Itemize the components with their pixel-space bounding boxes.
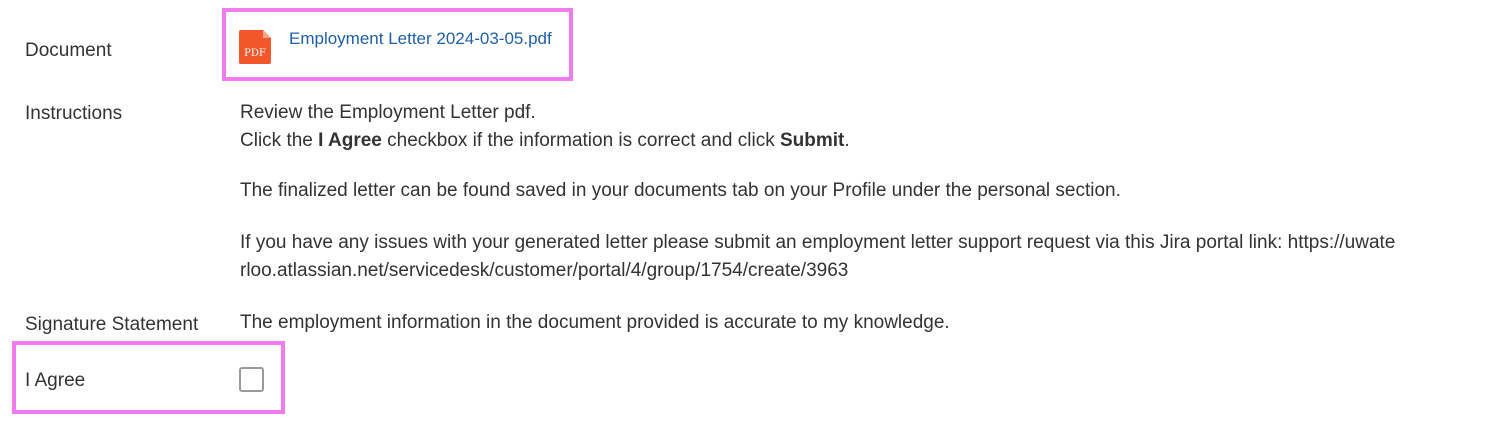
instructions-line-1: Review the Employment Letter pdf. — [240, 102, 536, 123]
i-agree-emphasis: I Agree — [318, 130, 382, 151]
instructions-line-2: Click the I Agree checkbox if the inform… — [240, 130, 850, 151]
i-agree-label: I Agree — [25, 370, 86, 391]
signature-statement-text: The employment information in the docume… — [240, 312, 950, 333]
document-file-link[interactable]: Employment Letter 2024-03-05.pdf — [289, 29, 552, 49]
instructions-label: Instructions — [25, 103, 123, 124]
signature-statement-label: Signature Statement — [25, 314, 199, 335]
pdf-icon-text: PDF — [244, 48, 266, 59]
instructions-paragraph-3: If you have any issues with your generat… — [240, 229, 1395, 285]
pdf-icon[interactable]: PDF — [239, 30, 271, 64]
instructions-paragraph-2: The finalized letter can be found saved … — [240, 180, 1121, 201]
support-link-line-1: If you have any issues with your generat… — [240, 232, 1396, 253]
i-agree-checkbox[interactable] — [239, 367, 264, 392]
instructions-text: Review the Employment Letter pdf. Click … — [240, 99, 850, 155]
document-label: Document — [25, 40, 112, 61]
support-link-line-2: rloo.atlassian.net/servicedesk/customer/… — [240, 260, 849, 281]
submit-emphasis: Submit — [779, 130, 845, 151]
